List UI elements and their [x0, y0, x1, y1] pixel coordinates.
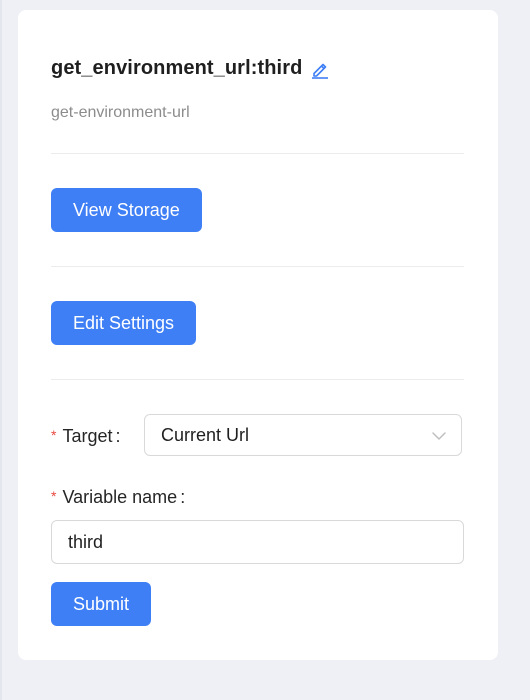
- title-row: get_environment_url:third: [51, 57, 330, 80]
- target-label-text: Target: [62, 426, 113, 446]
- chevron-down-icon: [431, 429, 447, 441]
- label-colon: :: [180, 487, 186, 507]
- divider: [51, 379, 464, 380]
- variable-name-label-text: Variable name: [62, 487, 178, 507]
- variable-name-input[interactable]: [51, 520, 464, 564]
- divider: [51, 153, 464, 154]
- label-colon: :: [115, 426, 121, 446]
- node-title: get_environment_url:third: [51, 57, 303, 79]
- submit-button[interactable]: Submit: [51, 582, 152, 626]
- target-select[interactable]: Current Url: [144, 414, 462, 456]
- node-type-subtitle: get-environment-url: [51, 104, 190, 121]
- variable-name-label: * Variable name :: [51, 487, 185, 508]
- divider: [51, 266, 464, 267]
- target-label: * Target :: [51, 426, 121, 447]
- pencil-icon[interactable]: [310, 59, 330, 79]
- view-storage-button[interactable]: View Storage: [51, 188, 202, 232]
- required-marker: *: [51, 426, 57, 443]
- node-panel: get_environment_url:third get-environmen…: [18, 10, 498, 660]
- edit-settings-button[interactable]: Edit Settings: [51, 301, 197, 345]
- target-select-value: Current Url: [161, 425, 250, 445]
- required-marker: *: [51, 487, 57, 504]
- left-edge-strip: [0, 0, 2, 700]
